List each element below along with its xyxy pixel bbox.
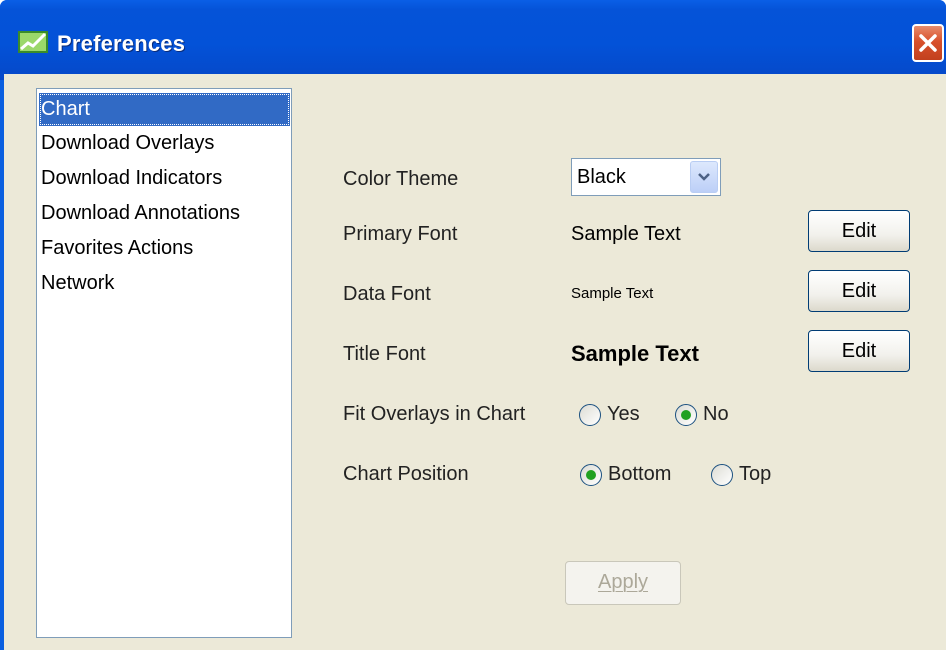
apply-button-label: Apply [597,571,649,593]
category-list[interactable]: Chart Download Overlays Download Indicat… [36,88,292,638]
window-title: Preferences [57,31,186,56]
chart-position-top-label[interactable]: Top [739,463,771,486]
primary-font-edit-button[interactable]: Edit [808,210,910,252]
chart-line-icon [18,31,48,53]
fit-overlays-label: Fit Overlays in Chart [343,403,526,425]
list-item-download-annotations[interactable]: Download Annotations [39,197,290,230]
dropdown-button[interactable] [690,161,718,193]
close-button[interactable] [912,24,944,62]
primary-font-sample: Sample Text [571,223,681,245]
data-font-label: Data Font [343,283,431,305]
chart-position-top-radio[interactable] [711,464,733,486]
fit-overlays-no-label[interactable]: No [703,403,729,426]
fit-overlays-no-radio[interactable] [675,404,697,426]
preferences-window: Preferences Chart Download Overlays Down… [0,0,946,650]
fit-overlays-yes-label[interactable]: Yes [607,403,640,426]
title-font-edit-button[interactable]: Edit [808,330,910,372]
data-font-edit-button[interactable]: Edit [808,270,910,312]
title-font-label: Title Font [343,343,426,365]
fit-overlays-yes-radio[interactable] [579,404,601,426]
apply-button[interactable]: Apply [565,561,681,605]
list-item-favorites-actions[interactable]: Favorites Actions [39,232,290,265]
title-bar[interactable]: Preferences [0,0,946,80]
dialog-content: Chart Download Overlays Download Indicat… [4,74,946,650]
chart-position-bottom-radio[interactable] [580,464,602,486]
color-theme-select[interactable]: Black [571,158,721,196]
chart-position-bottom-label[interactable]: Bottom [608,463,671,486]
title-font-sample: Sample Text [571,341,699,366]
color-theme-value: Black [577,166,626,188]
primary-font-label: Primary Font [343,223,458,245]
data-font-sample: Sample Text [571,285,654,302]
list-item-chart[interactable]: Chart [39,93,290,126]
list-item-download-indicators[interactable]: Download Indicators [39,162,290,195]
list-item-download-overlays[interactable]: Download Overlays [39,127,290,160]
list-item-network[interactable]: Network [39,267,290,300]
color-theme-label: Color Theme [343,168,459,190]
chart-position-label: Chart Position [343,463,469,485]
